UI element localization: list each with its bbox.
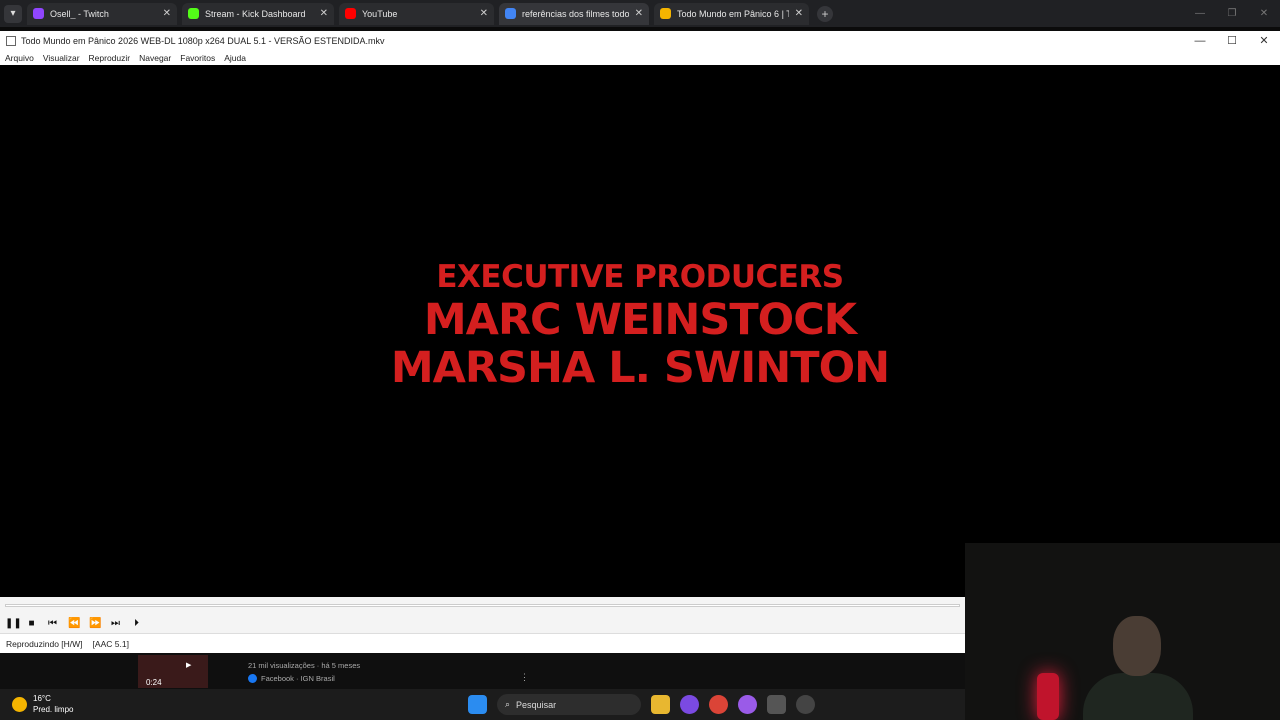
tab-title: referências dos filmes todo mu [522,8,629,19]
browser-tab[interactable]: Todo Mundo em Pânico 6 | Tod ✕ [654,2,809,25]
video-source[interactable]: Facebook · IGN Brasil [248,674,335,683]
seek-bar[interactable] [0,597,965,613]
credit-name-1: MARC WEINSTOCK [423,295,857,345]
menu-ajuda[interactable]: Ajuda [224,53,246,63]
chrome-icon[interactable] [709,695,728,714]
stop-icon[interactable]: ■ [26,618,37,629]
tab-title: Stream - Kick Dashboard [205,8,306,19]
taskbar: 16°C Pred. limpo ⌕ Pesquisar [0,689,965,720]
obs-icon[interactable] [796,695,815,714]
tab-title: Todo Mundo em Pânico 6 | Tod [677,8,789,19]
browser-tab[interactable]: Osell_ - Twitch ✕ [27,2,177,25]
tab-close-icon[interactable]: ✕ [480,8,488,19]
windows-start-icon[interactable] [468,695,487,714]
site-icon [660,8,671,19]
person-body [1083,673,1193,720]
taskbar-apps: ⌕ Pesquisar [468,694,815,715]
menu-reproduzir[interactable]: Reproduzir [89,53,131,63]
tab-title: Osell_ - Twitch [50,8,109,19]
video-duration: 0:24 [146,678,162,687]
frame-step-icon[interactable]: ⏵ [131,618,142,629]
tab-close-icon[interactable]: ✕ [635,8,643,19]
previous-icon[interactable]: ⏮ [47,618,58,629]
minimize-icon[interactable]: — [1184,31,1216,51]
player-titlebar: Todo Mundo em Pânico 2026 WEB-DL 1080p x… [0,31,1280,51]
player-window-controls: — ☐ ✕ [1184,31,1280,51]
menu-arquivo[interactable]: Arquivo [5,53,34,63]
new-tab-icon[interactable]: + [817,5,833,22]
playback-controls: ❚❚ ■ ⏮ ⏪ ⏩ ⏭ ⏵ [0,613,965,633]
forecast: Pred. limpo [33,705,74,714]
video-thumbnail[interactable]: ▶ 0:24 [138,655,208,688]
menu-favoritos[interactable]: Favoritos [180,53,215,63]
tab-close-icon[interactable]: ✕ [320,8,328,19]
media-player-icon[interactable] [767,695,786,714]
fast-forward-icon[interactable]: ⏩ [89,618,101,629]
kick-icon [188,8,199,19]
video-area[interactable]: EXECUTIVE PRODUCERS MARC WEINSTOCK MARSH… [0,65,1280,597]
weather-icon [12,696,27,712]
browser-tab[interactable]: YouTube ✕ [339,2,494,25]
facebook-icon [248,674,257,683]
tab-list: Osell_ - Twitch ✕ Stream - Kick Dashboard ✕… [22,2,809,25]
minimize-icon[interactable]: — [1184,0,1216,27]
browser-tab[interactable]: referências dos filmes todo mu ✕ [499,2,649,25]
credit-role: EXECUTIVE PRODUCERS [436,259,844,295]
video-source-label: Facebook · IGN Brasil [261,674,335,683]
audio-format: [AAC 5.1] [92,638,129,649]
video-meta: 21 mil visualizações · há 5 meses [248,661,361,670]
person-face [1113,616,1161,676]
browser-tab-strip: ▾ Osell_ - Twitch ✕ Stream - Kick Dashboar… [0,0,1280,27]
twitch-icon [33,8,44,19]
menu-visualizar[interactable]: Visualizar [43,53,80,63]
player-menubar: Arquivo Visualizar Reproduzir Navegar Fa… [0,51,1280,65]
rewind-icon[interactable]: ⏪ [68,618,80,629]
webcam-overlay [965,543,1280,720]
pause-icon[interactable]: ❚❚ [5,618,22,629]
player-app-icon [6,36,16,46]
restore-icon[interactable]: ❐ [1216,0,1248,27]
movie-credits: EXECUTIVE PRODUCERS MARC WEINSTOCK MARSH… [0,258,1280,392]
tab-search-icon[interactable]: ▾ [4,4,22,23]
close-icon[interactable]: ✕ [1248,0,1280,27]
search-placeholder: Pesquisar [516,699,557,710]
seek-track[interactable] [5,604,960,607]
player-statusbar: Reproduzindo [H/W] [AAC 5.1] [0,633,965,653]
media-app-icon[interactable] [738,695,757,714]
youtube-icon [345,8,356,19]
more-options-icon[interactable]: ⋮ [520,672,529,683]
browser-tab[interactable]: Stream - Kick Dashboard ✕ [182,2,334,25]
credit-name-2: MARSHA L. SWINTON [390,343,890,393]
browser-window-controls: — ❐ ✕ [1184,0,1280,27]
play-icon: ▶ [186,662,192,669]
file-explorer-icon[interactable] [651,695,670,714]
weather-widget[interactable]: 16°C Pred. limpo [12,693,73,715]
search-icon: ⌕ [505,699,511,709]
tab-close-icon[interactable]: ✕ [163,8,171,19]
background-webpage: ▶ 0:24 21 mil visualizações · há 5 meses… [0,653,965,689]
taskbar-search[interactable]: ⌕ Pesquisar [497,694,641,715]
temperature: 16°C [33,694,51,703]
playback-state: Reproduzindo [H/W] [6,638,83,649]
menu-navegar[interactable]: Navegar [139,53,171,63]
close-icon[interactable]: ✕ [1248,31,1280,51]
next-icon[interactable]: ⏭ [110,618,121,629]
google-icon [505,8,516,19]
player-window-title: Todo Mundo em Pânico 2026 WEB-DL 1080p x… [21,36,385,46]
tab-title: YouTube [362,8,398,19]
tab-close-icon[interactable]: ✕ [795,8,803,19]
red-lamp [1037,673,1059,720]
stream-app-icon[interactable] [680,695,699,714]
maximize-icon[interactable]: ☐ [1216,31,1248,51]
